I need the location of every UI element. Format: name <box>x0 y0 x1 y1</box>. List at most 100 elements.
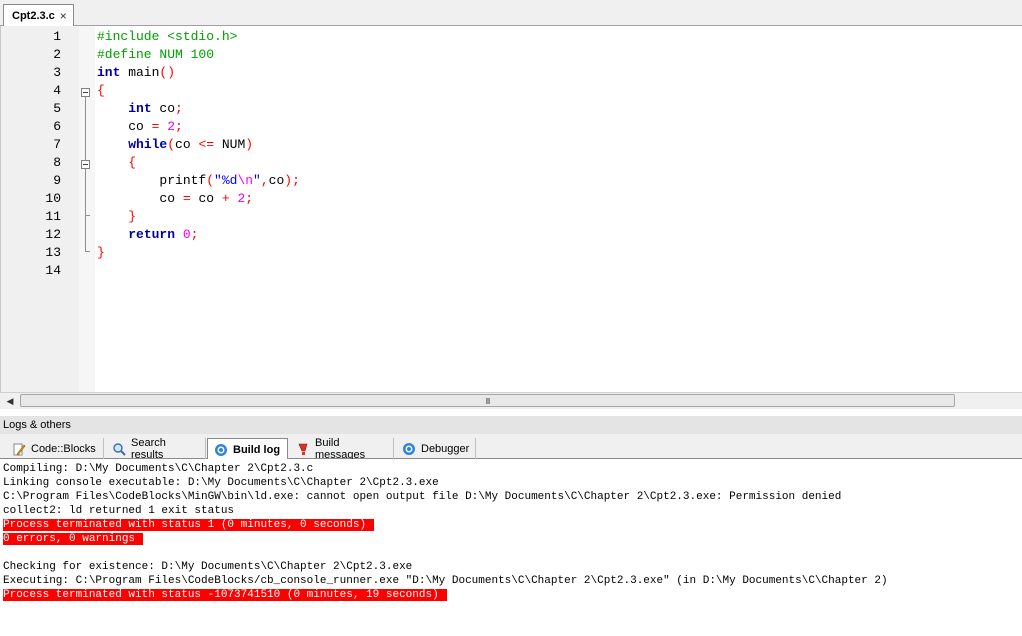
code-line[interactable]: 1 #include <stdio.h> <box>1 28 1022 46</box>
code-token: { <box>128 155 137 170</box>
code-token: \n <box>237 173 254 188</box>
log-error-text: Process terminated with status -10737415… <box>3 589 447 601</box>
code-token: <= <box>198 137 215 152</box>
log-line: Compiling: D:\My Documents\C\Chapter 2\C… <box>0 462 1022 476</box>
line-number: 14 <box>45 263 61 278</box>
close-icon[interactable]: × <box>60 9 67 23</box>
code-token: ; <box>245 191 254 206</box>
log-text: Compiling: D:\My Documents\C\Chapter 2\C… <box>3 463 314 475</box>
code-editor[interactable]: 1 #include <stdio.h> 2 #define NUM 100 3 int … <box>0 26 1022 392</box>
logs-tab-bar: Code::Blocks Search results Build log Bu… <box>0 434 1022 461</box>
line-number: 6 <box>53 119 61 134</box>
code-text: #include <stdio.h> <box>97 28 237 46</box>
code-token: 0 <box>182 227 191 242</box>
code-token: co <box>151 101 176 116</box>
code-token: NUM <box>214 137 246 152</box>
code-token: co <box>268 173 285 188</box>
code-token: co <box>175 137 199 152</box>
code-text: printf("%d\n",co); <box>97 172 299 190</box>
tab-codeblocks[interactable]: Code::Blocks <box>6 438 104 459</box>
code-line[interactable]: 3 int main() <box>1 64 1022 82</box>
code-line[interactable]: 8 { <box>1 154 1022 172</box>
code-line[interactable]: 14 <box>1 262 1022 280</box>
code-text: int main() <box>97 64 175 82</box>
code-text: #define NUM 100 <box>97 46 214 64</box>
tab-search-results[interactable]: Search results <box>106 437 206 461</box>
line-number: 4 <box>53 83 61 98</box>
log-text: Checking for existence: D:\My Documents\… <box>3 561 413 573</box>
line-number: 11 <box>45 209 61 224</box>
magnifier-icon <box>112 442 126 456</box>
code-token: "%d <box>214 173 238 188</box>
fold-end-marker <box>85 215 90 216</box>
message-icon <box>296 442 310 456</box>
editor-tab-strip: Cpt2.3.c × <box>0 0 1022 26</box>
gear-icon <box>402 442 416 456</box>
code-line[interactable]: 2 #define NUM 100 <box>1 46 1022 64</box>
code-token: } <box>97 245 105 260</box>
code-token: while <box>128 137 168 152</box>
tab-debugger[interactable]: Debugger <box>396 438 476 459</box>
code-token: , <box>260 173 269 188</box>
code-text: while(co <= NUM) <box>97 136 253 154</box>
fold-end-marker <box>85 251 90 252</box>
fold-guide-line <box>85 97 86 251</box>
code-token: 2 <box>167 119 176 134</box>
scrollbar-grip-icon: III <box>485 397 491 406</box>
tab-build-log[interactable]: Build log <box>207 438 288 460</box>
log-line: Checking for existence: D:\My Documents\… <box>0 560 1022 574</box>
code-token: ; <box>175 101 183 116</box>
log-line: Process terminated with status -10737415… <box>0 588 1022 602</box>
code-token: #define NUM 100 <box>97 47 215 62</box>
log-line: Process terminated with status 1 (0 minu… <box>0 518 1022 532</box>
log-text: C:\Program Files\CodeBlocks\MinGW\bin\ld… <box>3 491 842 503</box>
tab-label: Code::Blocks <box>31 442 96 455</box>
log-text: Executing: C:\Program Files\CodeBlocks/c… <box>3 575 888 587</box>
line-number: 12 <box>45 227 61 242</box>
code-token: ; <box>175 119 183 134</box>
code-text: int co; <box>97 100 183 118</box>
code-line[interactable]: 12 return 0; <box>1 226 1022 244</box>
scroll-left-arrow-icon[interactable]: ◀ <box>2 394 18 408</box>
code-token: ( <box>167 137 176 152</box>
code-line[interactable]: 6 co = 2; <box>1 118 1022 136</box>
code-token: co <box>190 191 222 206</box>
code-token: + <box>221 191 230 206</box>
line-number: 8 <box>53 155 61 170</box>
build-log-output[interactable]: Compiling: D:\My Documents\C\Chapter 2\C… <box>0 459 1022 636</box>
fold-collapse-icon[interactable] <box>81 160 90 169</box>
line-number: 3 <box>53 65 61 80</box>
line-number: 5 <box>53 101 61 116</box>
editor-tab-cpt2-3-c[interactable]: Cpt2.3.c × <box>3 4 74 26</box>
code-text: { <box>97 154 136 172</box>
code-line[interactable]: 10 co = co + 2; <box>1 190 1022 208</box>
log-text: collect2: ld returned 1 exit status <box>3 505 235 517</box>
code-text: } <box>97 244 105 262</box>
code-line[interactable]: 13} <box>1 244 1022 262</box>
code-token: co <box>97 191 183 206</box>
horizontal-scrollbar[interactable]: ◀ III <box>0 392 1022 409</box>
log-line: Linking console executable: D:\My Docume… <box>0 476 1022 490</box>
log-text: Linking console executable: D:\My Docume… <box>3 477 439 489</box>
code-token: { <box>97 83 105 98</box>
code-text: co = co + 2; <box>97 190 253 208</box>
code-token: return <box>128 227 176 242</box>
line-number: 2 <box>53 47 61 62</box>
line-number: 10 <box>45 191 61 206</box>
fold-collapse-icon[interactable] <box>81 88 90 97</box>
code-token: ( <box>206 173 215 188</box>
scrollbar-thumb[interactable]: III <box>20 394 955 407</box>
code-line[interactable]: 5 int co; <box>1 100 1022 118</box>
code-line[interactable]: 7 while(co <= NUM) <box>1 136 1022 154</box>
code-line[interactable]: 9 printf("%d\n",co); <box>1 172 1022 190</box>
code-line[interactable]: 11 } <box>1 208 1022 226</box>
tab-label: Debugger <box>421 442 470 455</box>
tab-build-messages[interactable]: Build messages <box>290 437 394 461</box>
code-line[interactable]: 4{ <box>1 82 1022 100</box>
